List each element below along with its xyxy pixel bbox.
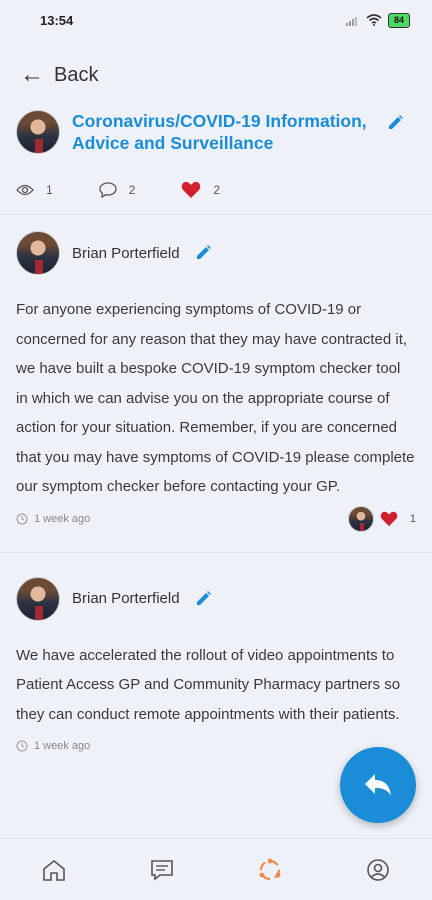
views-stat: 1 — [16, 183, 53, 197]
avatar[interactable] — [16, 231, 60, 275]
time-text: 1 week ago — [34, 512, 91, 525]
avatar[interactable] — [16, 576, 60, 621]
post-body: For anyone experiencing symptoms of COVI… — [16, 301, 415, 495]
pencil-icon[interactable] — [386, 114, 404, 132]
back-label: Back — [54, 63, 99, 86]
reply-icon — [365, 774, 391, 796]
status-time: 13:54 — [40, 12, 74, 28]
post-author: Brian Porterfield — [16, 576, 416, 621]
post-meta: 1 week ago 1 — [16, 505, 416, 532]
comments-stat[interactable]: 2 — [99, 182, 136, 198]
chat-icon — [151, 859, 173, 881]
author-name[interactable]: Brian Porterfield — [72, 245, 180, 262]
post: Brian Porterfield We have accelerated th… — [0, 553, 432, 760]
topic-stats: 1 2 2 — [0, 154, 432, 204]
profile-icon — [367, 858, 389, 881]
liker-avatar — [347, 505, 374, 532]
battery-indicator: 84 — [387, 12, 410, 28]
post-body: We have accelerated the rollout of video… — [16, 646, 401, 723]
topic-header: Coronavirus/COVID-19 Information, Advice… — [0, 110, 432, 154]
heart-icon[interactable] — [380, 511, 398, 527]
reply-button[interactable] — [340, 747, 416, 823]
nav-home[interactable] — [34, 850, 74, 890]
wifi-icon — [366, 14, 382, 26]
likes-stat[interactable]: 2 — [181, 181, 220, 199]
nav-profile[interactable] — [358, 850, 398, 890]
likes-count: 1 — [409, 512, 416, 525]
post-author: Brian Porterfield — [16, 231, 416, 275]
time-text: 1 week ago — [34, 740, 91, 752]
pencil-icon[interactable] — [194, 244, 212, 262]
status-bar: 13:54 84 — [0, 0, 432, 40]
signal-icon — [345, 16, 357, 26]
community-icon — [259, 858, 281, 880]
status-icons: 84 — [345, 12, 410, 28]
clock-icon — [16, 513, 28, 524]
likes-count: 2 — [213, 183, 221, 197]
heart-icon — [182, 181, 201, 198]
back-button[interactable]: ← Back — [0, 40, 432, 110]
post-time: 1 week ago — [16, 740, 90, 752]
home-icon — [43, 859, 65, 881]
author-name[interactable]: Brian Porterfield — [72, 590, 180, 607]
comment-icon — [99, 182, 117, 198]
post: Brian Porterfield For anyone experiencin… — [0, 215, 432, 532]
views-count: 1 — [46, 183, 53, 197]
pencil-icon[interactable] — [194, 590, 212, 608]
bottom-nav — [0, 838, 432, 900]
comments-count: 2 — [128, 183, 136, 197]
clock-icon — [16, 740, 28, 752]
nav-community[interactable] — [250, 850, 290, 890]
eye-icon — [16, 184, 34, 196]
back-arrow-icon: ← — [20, 61, 44, 88]
topic-title: Coronavirus/COVID-19 Information, Advice… — [72, 111, 367, 153]
post-time: 1 week ago — [16, 513, 90, 525]
avatar[interactable] — [16, 110, 60, 154]
post-likes[interactable]: 1 — [342, 505, 416, 532]
nav-messages[interactable] — [142, 850, 182, 890]
